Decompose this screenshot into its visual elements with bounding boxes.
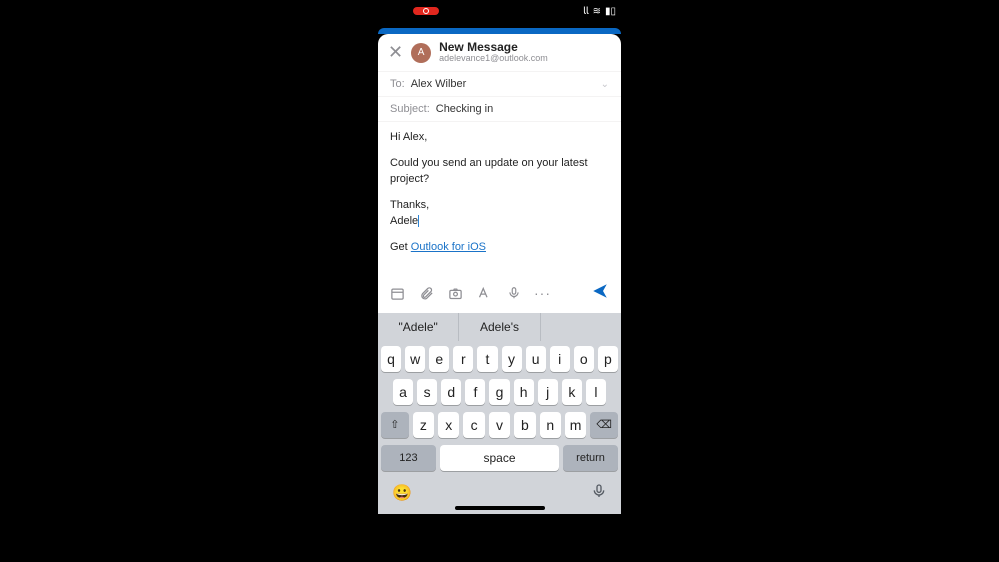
key-s[interactable]: s (417, 379, 437, 405)
key-z[interactable]: z (413, 412, 434, 438)
key-w[interactable]: w (405, 346, 425, 372)
body-greeting: Hi Alex, (390, 130, 609, 146)
sender-avatar: A (411, 43, 431, 63)
key-n[interactable]: n (540, 412, 561, 438)
key-d[interactable]: d (441, 379, 461, 405)
key-p[interactable]: p (598, 346, 618, 372)
body-line-1: Could you send an update on your latest … (390, 156, 609, 188)
close-icon[interactable]: ✕ (388, 42, 403, 63)
status-right: 𝗅𝗅 ≋ ▮▯ (583, 6, 616, 17)
keyboard-footer: 😀 (378, 481, 621, 508)
home-indicator[interactable] (455, 506, 545, 510)
key-space[interactable]: space (440, 445, 559, 471)
suggestion-1[interactable]: "Adele" (378, 313, 459, 341)
message-body[interactable]: Hi Alex, Could you send an update on you… (378, 121, 621, 270)
compose-sheet: ✕ A New Message adelevance1@outlook.com … (378, 34, 621, 313)
key-h[interactable]: h (514, 379, 534, 405)
key-r[interactable]: r (453, 346, 473, 372)
sender-email: adelevance1@outlook.com (439, 54, 548, 64)
key-shift[interactable]: ⇧ (381, 412, 409, 438)
subject-field[interactable]: Subject: Checking in (378, 96, 621, 121)
cell-signal-icon: 𝗅𝗅 (583, 6, 589, 17)
wifi-icon: ≋ (593, 6, 601, 17)
key-u[interactable]: u (526, 346, 546, 372)
key-l[interactable]: l (586, 379, 606, 405)
calendar-icon[interactable] (390, 286, 405, 301)
emoji-key-icon[interactable]: 😀 (392, 483, 412, 503)
key-v[interactable]: v (489, 412, 510, 438)
keyboard: q w e r t y u i o p a s d f g h j k l ⇧ … (378, 341, 621, 481)
more-icon[interactable]: ··· (535, 286, 550, 301)
key-j[interactable]: j (538, 379, 558, 405)
text-cursor (418, 215, 419, 227)
record-icon (423, 8, 429, 14)
keyboard-row-2: a s d f g h j k l (381, 379, 618, 405)
attach-icon[interactable] (419, 286, 434, 301)
key-c[interactable]: c (463, 412, 484, 438)
compose-header: ✕ A New Message adelevance1@outlook.com (378, 34, 621, 71)
key-t[interactable]: t (477, 346, 497, 372)
suggestion-2[interactable]: Adele's (459, 313, 540, 341)
key-return[interactable]: return (563, 445, 618, 471)
key-backspace[interactable]: ⌫ (590, 412, 618, 438)
key-a[interactable]: a (393, 379, 413, 405)
key-o[interactable]: o (574, 346, 594, 372)
to-value: Alex Wilber (411, 78, 467, 90)
compose-toolbar: ··· (378, 274, 621, 313)
phone-frame: 𝗅𝗅 ≋ ▮▯ ✕ A New Message adelevance1@outl… (373, 0, 626, 562)
body-signature: Adele (390, 215, 419, 227)
to-field[interactable]: To: Alex Wilber ⌄ (378, 71, 621, 96)
key-m[interactable]: m (565, 412, 586, 438)
keyboard-row-1: q w e r t y u i o p (381, 346, 618, 372)
outlook-prefix: Get (390, 241, 411, 253)
keyboard-row-4: 123 space return (381, 445, 618, 471)
format-icon[interactable] (477, 286, 492, 301)
key-g[interactable]: g (489, 379, 509, 405)
chevron-down-icon[interactable]: ⌄ (601, 79, 609, 90)
mic-icon[interactable] (506, 286, 521, 301)
subject-value: Checking in (436, 103, 493, 115)
keyboard-row-3: ⇧ z x c v b n m ⌫ (381, 412, 618, 438)
dictation-icon[interactable] (591, 483, 607, 504)
key-f[interactable]: f (465, 379, 485, 405)
predictive-bar: "Adele" Adele's (378, 313, 621, 341)
status-bar: 𝗅𝗅 ≋ ▮▯ (373, 0, 626, 22)
camera-icon[interactable] (448, 286, 463, 301)
subject-label: Subject: (390, 103, 430, 115)
battery-icon: ▮▯ (605, 6, 616, 17)
key-numbers[interactable]: 123 (381, 445, 436, 471)
send-icon[interactable] (591, 282, 609, 305)
outlook-for-ios-link[interactable]: Outlook for iOS (411, 241, 486, 253)
key-q[interactable]: q (381, 346, 401, 372)
body-closing: Thanks, (390, 199, 429, 211)
key-e[interactable]: e (429, 346, 449, 372)
key-i[interactable]: i (550, 346, 570, 372)
screen-recording-pill[interactable] (413, 7, 439, 15)
key-b[interactable]: b (514, 412, 535, 438)
to-label: To: (390, 78, 405, 90)
suggestion-3[interactable] (541, 313, 621, 341)
key-y[interactable]: y (502, 346, 522, 372)
key-k[interactable]: k (562, 379, 582, 405)
key-x[interactable]: x (438, 412, 459, 438)
